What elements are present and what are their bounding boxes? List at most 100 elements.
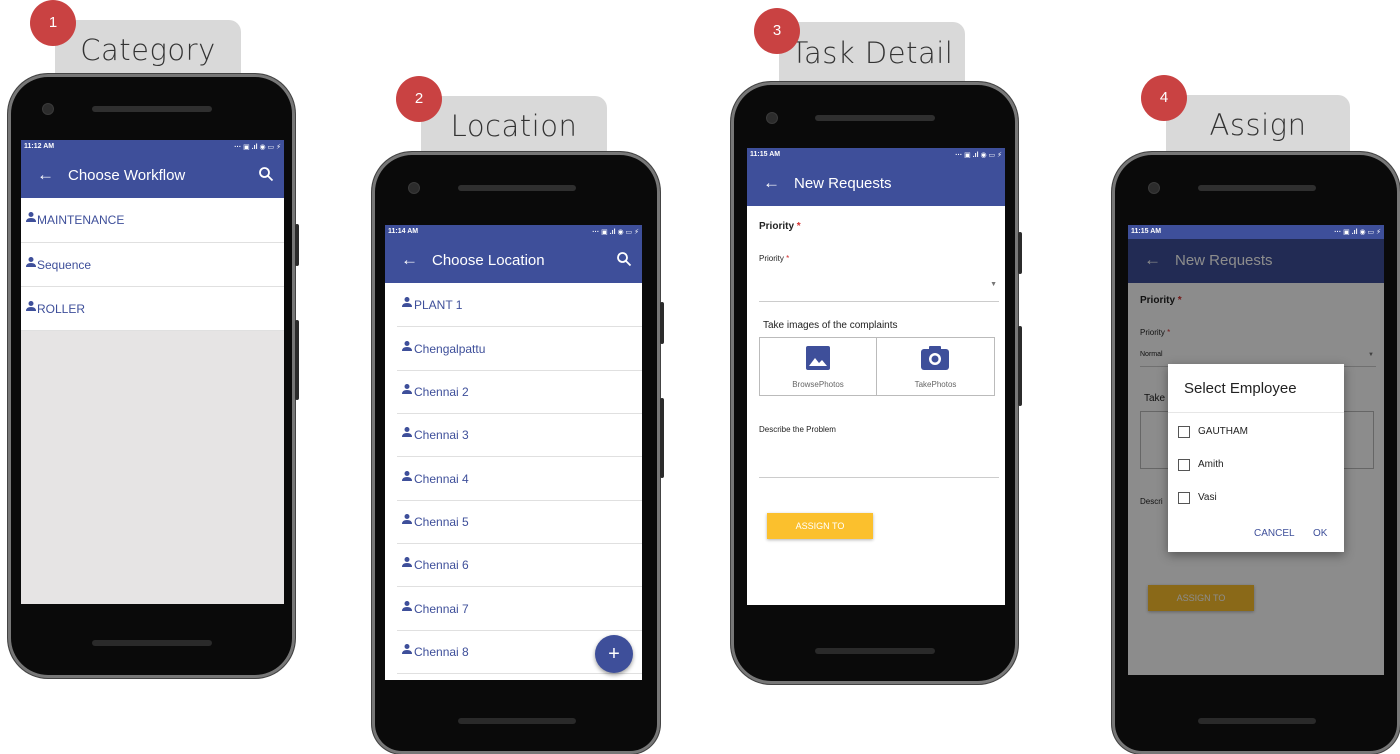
location-list: PLANT 1 Chengalpattu Chennai 2 Chennai 3… [397, 283, 642, 680]
signal-icon: ··· ▣ .ıl ◉ ▭ ⚡ [955, 152, 1002, 159]
status-time: 11:15 AM [1131, 228, 1162, 235]
take-photos-label: TakePhotos [914, 380, 957, 389]
list-item[interactable]: Chennai 4 [397, 457, 642, 501]
dialog-title: Select Employee [1184, 380, 1297, 397]
list-item[interactable]: Chengalpattu [397, 327, 642, 371]
describe-problem-field[interactable] [759, 438, 999, 478]
speaker-grille [92, 106, 212, 112]
checkbox[interactable] [1178, 492, 1190, 504]
list-item[interactable]: Chennai 5 [397, 500, 642, 544]
phone-frame: 11:14 AM ··· ▣ .ıl ◉ ▭ ⚡ ← Choose Locati… [372, 152, 664, 754]
required-mark: * [796, 221, 801, 232]
step-tab-location: Location [421, 96, 607, 156]
list-item[interactable]: MAINTENANCE [21, 198, 284, 243]
side-button [1018, 326, 1022, 406]
step-label: Location [450, 109, 578, 143]
browse-photos-button[interactable]: BrowsePhotos [759, 337, 877, 396]
step-tab-assign: Assign [1166, 95, 1350, 155]
side-button [1018, 232, 1022, 274]
list-item-label: Chennai 2 [414, 385, 469, 399]
phone-frame: 11:15 AM ··· ▣ .ıl ◉ ▭ ⚡ ← New Requests … [1112, 152, 1400, 754]
arrow-left-icon[interactable]: ← [763, 173, 780, 193]
search-icon[interactable] [616, 251, 632, 267]
screen-assign-employee: 11:15 AM ··· ▣ .ıl ◉ ▭ ⚡ ← New Requests … [1128, 225, 1384, 675]
step-badge: 4 [1141, 75, 1187, 121]
app-bar: ← Choose Location [385, 239, 642, 283]
speaker-grille [1198, 185, 1316, 191]
speaker-grille [815, 115, 935, 121]
person-icon [26, 212, 36, 222]
required-mark: * [786, 254, 790, 263]
app-bar: ← Choose Workflow [21, 154, 284, 198]
camera-icon [921, 346, 949, 370]
person-icon [402, 514, 412, 524]
camera-dot [1148, 182, 1160, 194]
add-fab-button[interactable]: + [595, 635, 633, 673]
bottom-bar [1198, 718, 1316, 724]
app-bar-title: Choose Workflow [68, 167, 186, 184]
employee-option[interactable]: Amith [1168, 453, 1344, 475]
priority-heading-text: Priority [759, 221, 795, 232]
person-icon [402, 427, 412, 437]
side-button [660, 398, 664, 478]
step-tab-task-detail: Task Detail [779, 22, 965, 84]
list-item-label: Chennai 4 [414, 472, 469, 486]
workflow-list: MAINTENANCE Sequence ROLLER [21, 198, 284, 331]
step-badge: 2 [396, 76, 442, 122]
cancel-button[interactable]: CANCEL [1254, 528, 1295, 539]
employee-name: Vasi [1198, 492, 1217, 503]
status-bar: 11:14 AM ··· ▣ .ıl ◉ ▭ ⚡ [385, 225, 642, 239]
camera-dot [42, 103, 54, 115]
step-label: Category [80, 33, 216, 67]
checkbox[interactable] [1178, 426, 1190, 438]
assign-to-button[interactable]: ASSIGN TO [767, 513, 873, 539]
ok-button[interactable]: OK [1313, 528, 1327, 539]
person-icon [402, 601, 412, 611]
person-icon [402, 384, 412, 394]
signal-icon: ··· ▣ .ıl ◉ ▭ ⚡ [592, 229, 639, 236]
list-item[interactable]: Chennai 6 [397, 543, 642, 587]
dialog-divider [1168, 412, 1344, 413]
status-time: 11:14 AM [388, 228, 419, 235]
arrow-left-icon[interactable]: ← [37, 165, 54, 185]
list-item[interactable]: Chennai 3 [397, 413, 642, 457]
priority-label-text: Priority [759, 254, 784, 263]
person-icon [26, 257, 36, 267]
app-bar: ← New Requests [747, 162, 1005, 206]
list-item-label: Chennai 7 [414, 602, 469, 616]
list-item-label: Chennai 3 [414, 428, 469, 442]
list-item-label: Chennai 6 [414, 558, 469, 572]
step-label: Task Detail [790, 36, 954, 70]
step-badge: 3 [754, 8, 800, 54]
list-item-label: Sequence [37, 258, 92, 272]
side-button [295, 320, 299, 400]
app-bar-title: New Requests [794, 175, 892, 192]
list-item-label: PLANT 1 [414, 298, 463, 312]
list-item[interactable]: PLANT 1 [397, 283, 642, 327]
screen-choose-workflow: 11:12 AM ··· ▣ .ıl ◉ ▭ ⚡ ← Choose Workfl… [21, 140, 284, 604]
list-item-label: ROLLER [37, 302, 86, 316]
camera-dot [766, 112, 778, 124]
speaker-grille [458, 185, 576, 191]
search-icon[interactable] [258, 166, 274, 182]
dropdown-underline [759, 301, 999, 302]
checkbox[interactable] [1178, 459, 1190, 471]
employee-option[interactable]: Vasi [1168, 486, 1344, 508]
list-item[interactable]: Chennai 2 [397, 370, 642, 414]
list-item[interactable]: Chennai 7 [397, 587, 642, 631]
status-bar: 11:15 AM ··· ▣ .ıl ◉ ▭ ⚡ [747, 148, 1005, 162]
priority-dropdown[interactable]: ▼ [759, 266, 999, 302]
employee-option[interactable]: GAUTHAM [1168, 420, 1344, 442]
person-icon [26, 301, 36, 311]
priority-field-label: Priority * [759, 254, 789, 263]
priority-heading: Priority * [759, 221, 801, 232]
list-item-label: MAINTENANCE [37, 213, 125, 227]
arrow-left-icon[interactable]: ← [401, 250, 418, 270]
take-photos-button[interactable]: TakePhotos [876, 337, 995, 396]
step-label: Assign [1209, 108, 1307, 142]
step-tab-category: Category [55, 20, 241, 80]
bottom-bar [458, 718, 576, 724]
list-item[interactable]: Sequence [21, 243, 284, 287]
list-item[interactable]: ROLLER [21, 287, 284, 331]
bottom-bar [815, 648, 935, 654]
